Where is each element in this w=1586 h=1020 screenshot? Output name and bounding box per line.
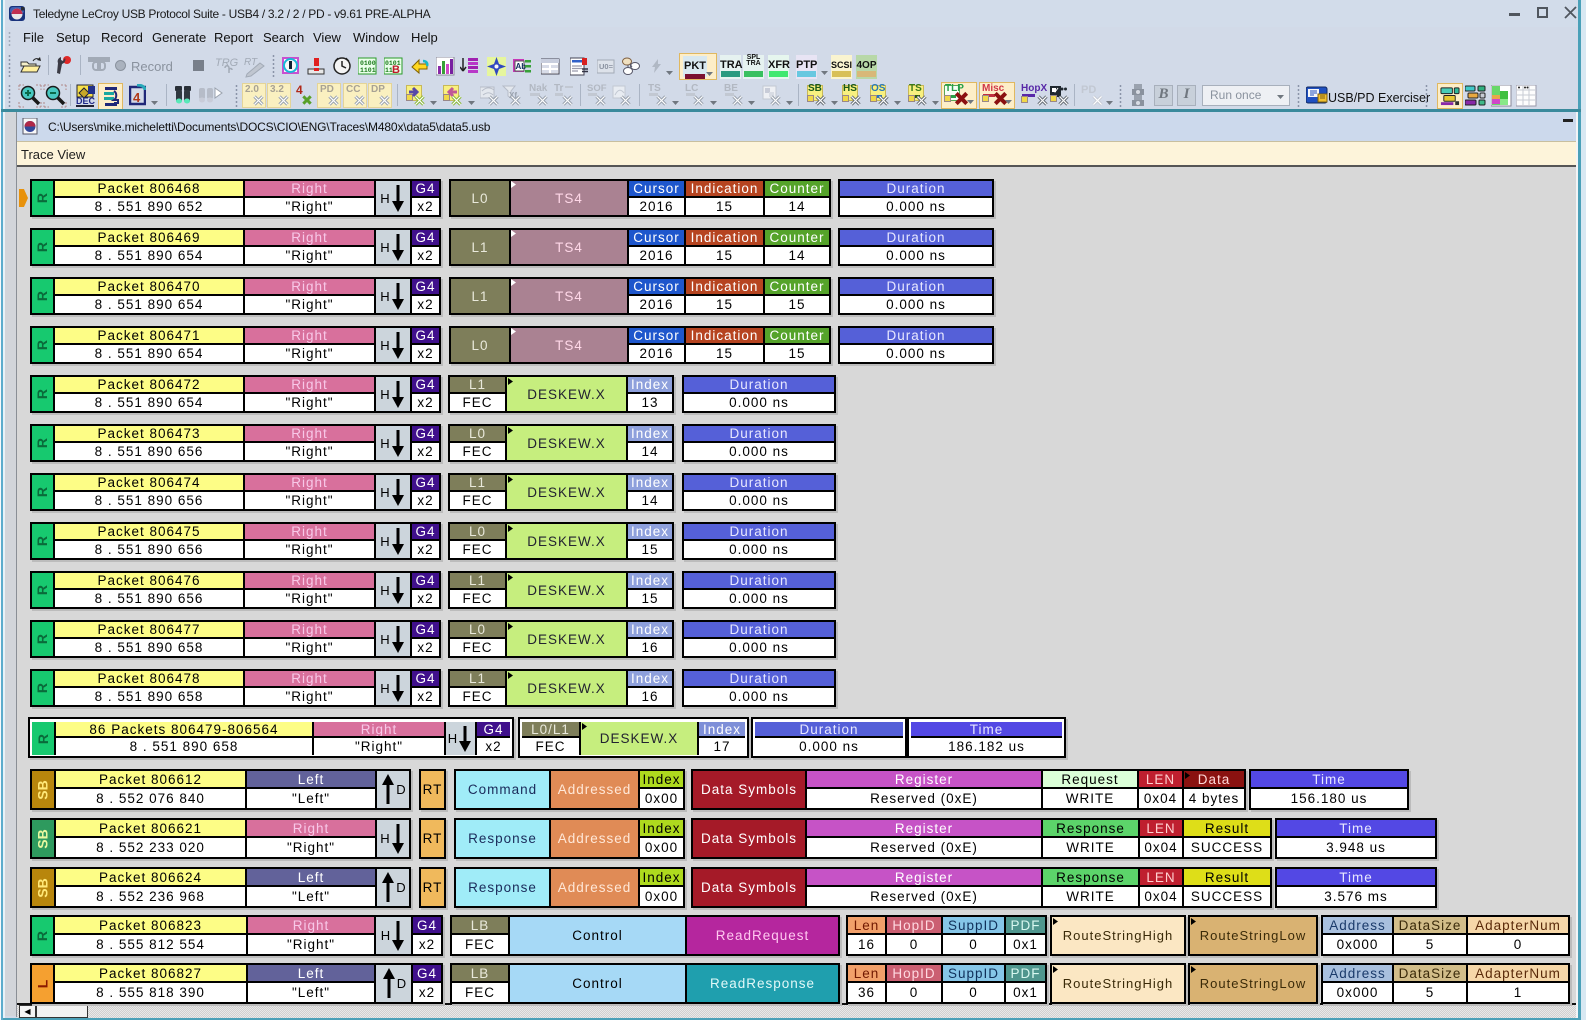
svg-text:Ab: Ab [516,62,527,71]
svg-text:1101: 1101 [360,67,376,74]
svg-text:U0=: U0= [599,62,614,71]
svg-text:DEC: DEC [76,96,96,106]
svg-text:TRG: TRG [215,57,239,69]
svg-text:4: 4 [133,90,141,105]
svg-text:B: B [392,64,400,76]
svg-text:0100: 0100 [360,60,376,67]
